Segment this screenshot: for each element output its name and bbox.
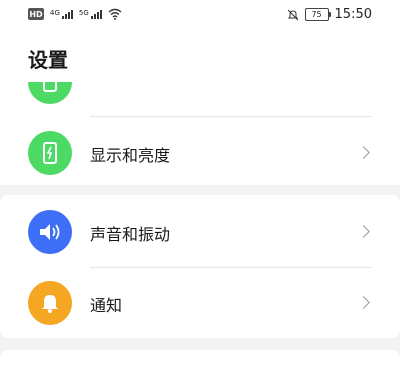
display-icon <box>28 82 72 104</box>
mute-icon <box>287 9 298 20</box>
hd-label: HD <box>29 9 43 19</box>
bell-icon <box>28 281 72 325</box>
settings-item-display[interactable]: 显示和亮度 <box>0 117 400 189</box>
settings-item-label: 声音和振动 <box>90 225 171 244</box>
signal-icon: 5G <box>78 8 102 19</box>
hd-icon: HD <box>28 8 44 20</box>
display-brightness-icon <box>28 131 72 175</box>
settings-item-partial[interactable] <box>0 82 400 104</box>
wifi-icon <box>108 8 122 20</box>
page-header: 设置 <box>0 30 400 82</box>
settings-item-notifications[interactable]: 通知 <box>0 267 400 339</box>
settings-group <box>0 350 400 370</box>
status-bar: HD 4G 5G 75 15:50 <box>0 0 400 30</box>
settings-item-label: 通知 <box>90 296 123 315</box>
battery-icon: 75 <box>304 8 331 21</box>
chevron-right-icon <box>357 146 370 159</box>
network-type-label: 4G <box>50 8 60 17</box>
chevron-right-icon <box>357 296 370 309</box>
network-type-label: 5G <box>78 8 89 17</box>
settings-item-sound[interactable]: 声音和振动 <box>0 196 400 268</box>
status-time: 15:50 <box>334 7 372 22</box>
chevron-right-icon <box>357 225 370 238</box>
battery-level: 75 <box>311 10 322 19</box>
signal-icon: 4G <box>50 8 73 19</box>
sound-icon <box>28 210 72 254</box>
settings-item-label: 显示和亮度 <box>90 146 171 165</box>
page-title: 设置 <box>28 48 68 72</box>
